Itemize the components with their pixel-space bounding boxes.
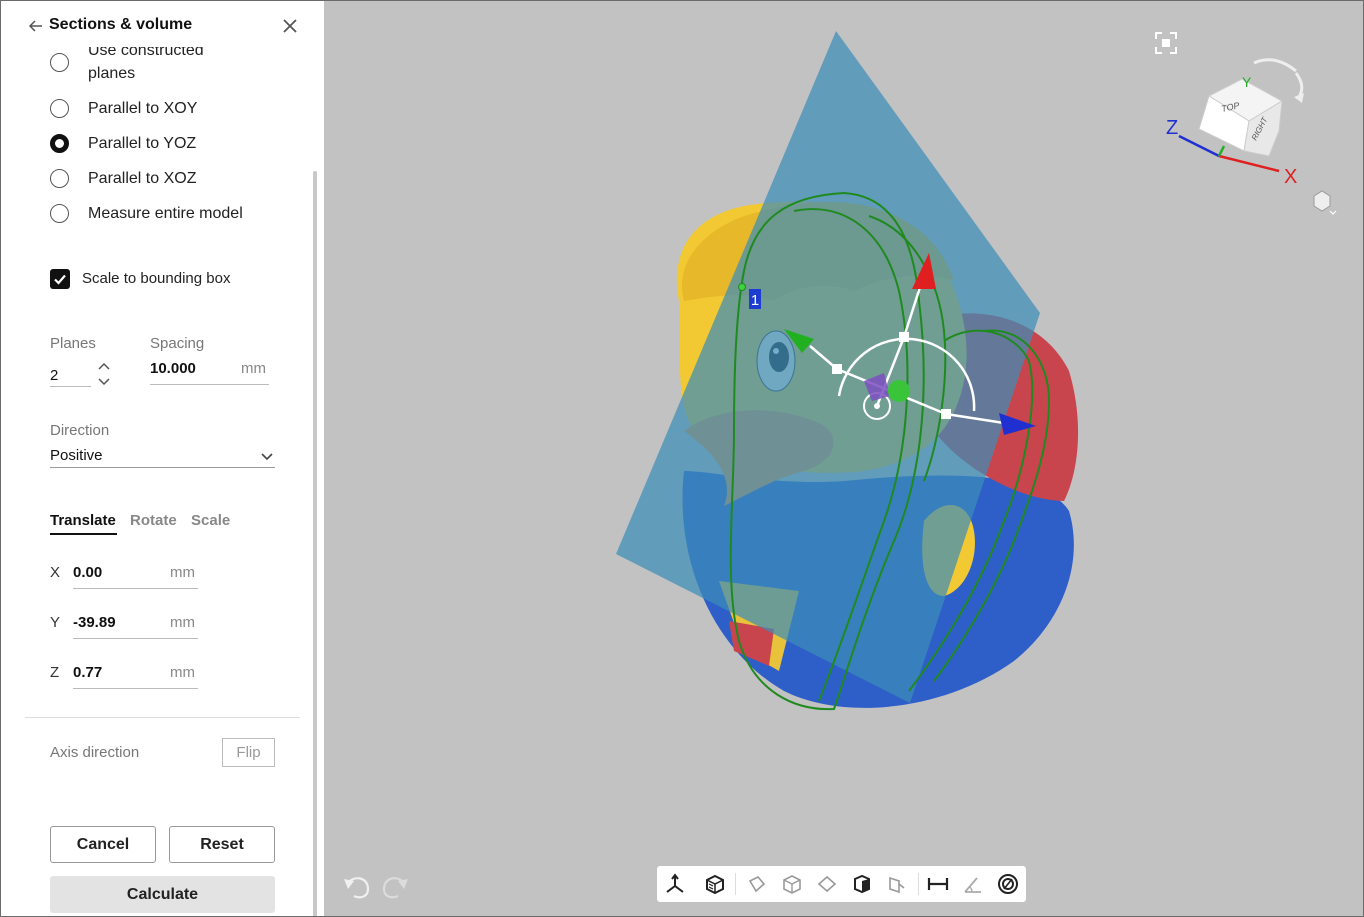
radio-label: Parallel to YOZ	[88, 135, 197, 152]
view-mode-icon[interactable]	[1313, 190, 1337, 215]
z-input[interactable]: 0.77	[73, 664, 102, 681]
direction-underline	[50, 467, 275, 468]
viewport-toolbar	[657, 866, 1026, 902]
panel-title: Sections & volume	[49, 16, 193, 33]
planes-underline	[50, 386, 91, 387]
tab-translate[interactable]: Translate	[50, 512, 116, 529]
app-window: Use constructed planes Parallel to XOY P…	[0, 0, 1364, 917]
z-label: Z	[50, 664, 60, 681]
3d-scene[interactable]: 1 TOP RIGHT X Z Y	[324, 1, 1364, 917]
fit-view-icon[interactable]	[1155, 32, 1177, 54]
section-divider	[25, 717, 300, 718]
chevron-down-icon	[261, 453, 273, 461]
iso-view-icon[interactable]	[780, 872, 804, 896]
x-unit: mm	[170, 564, 195, 581]
solid-box-icon[interactable]	[850, 872, 874, 896]
radio-label: Parallel to XOZ	[88, 170, 197, 187]
z-underline	[73, 688, 198, 689]
measure-angle-icon[interactable]	[961, 872, 985, 896]
spacing-input[interactable]: 10.000	[150, 360, 196, 377]
spacing-label: Spacing	[150, 335, 205, 352]
sections-panel: Use constructed planes Parallel to XOY P…	[1, 1, 324, 916]
direction-dropdown[interactable]: Positive	[50, 447, 275, 469]
y-unit: mm	[170, 614, 195, 631]
x-input[interactable]: 0.00	[73, 564, 102, 581]
tab-scale[interactable]: Scale	[191, 512, 230, 529]
side-view-icon[interactable]	[815, 872, 839, 896]
radio-button-selected[interactable]	[50, 134, 69, 153]
direction-value: Positive	[50, 447, 103, 464]
radio-label: Measure entire model	[88, 205, 243, 222]
x-label: X	[50, 564, 61, 581]
z-axis-label: Z	[1166, 117, 1178, 139]
section-point[interactable]	[738, 283, 746, 291]
x-axis-label: X	[1284, 166, 1297, 188]
undo-icon[interactable]	[344, 877, 370, 899]
back-arrow-icon[interactable]	[28, 18, 44, 34]
scale-to-bounding-box-checkbox[interactable]	[50, 269, 70, 289]
y-input[interactable]: -39.89	[73, 614, 116, 631]
calculate-button[interactable]: Calculate	[50, 876, 275, 913]
scale-to-bounding-box-label: Scale to bounding box	[82, 270, 231, 287]
y-axis-label: Y	[1242, 74, 1252, 90]
y-label: Y	[50, 614, 61, 631]
planes-input[interactable]: 2	[50, 367, 58, 384]
reset-button[interactable]: Reset	[169, 826, 275, 863]
axes-tool-icon[interactable]	[663, 872, 687, 896]
redo-icon[interactable]	[382, 877, 408, 899]
planes-label: Planes	[50, 335, 96, 352]
stepper-icon[interactable]	[97, 360, 111, 388]
axis-direction-label: Axis direction	[50, 744, 140, 761]
radio-button[interactable]	[50, 169, 69, 188]
sections-volume-icon[interactable]	[996, 872, 1020, 896]
radio-button[interactable]	[50, 53, 69, 72]
radio-label: Parallel to XOY	[88, 100, 198, 117]
radio-button[interactable]	[50, 99, 69, 118]
checkmark-icon	[54, 274, 66, 285]
toolbar-divider	[735, 873, 736, 895]
tab-rotate[interactable]: Rotate	[130, 512, 177, 529]
section-view-icon[interactable]	[885, 872, 909, 896]
panel-scrollbar[interactable]	[313, 171, 317, 916]
close-icon[interactable]	[281, 17, 299, 35]
x-underline	[73, 588, 198, 589]
view-cube[interactable]: TOP RIGHT	[1198, 78, 1283, 157]
radio-label-line2: planes	[88, 65, 136, 82]
z-unit: mm	[170, 664, 195, 681]
spacing-underline	[150, 384, 269, 385]
y-underline	[73, 638, 198, 639]
measure-distance-icon[interactable]	[926, 872, 950, 896]
panel-header: Sections & volume	[1, 1, 324, 47]
radio-button[interactable]	[50, 204, 69, 223]
spacing-unit: mm	[241, 360, 266, 377]
front-view-icon[interactable]	[745, 872, 769, 896]
direction-label: Direction	[50, 422, 110, 439]
cancel-button[interactable]: Cancel	[50, 826, 156, 863]
3d-viewport[interactable]: 1 TOP RIGHT X Z Y	[324, 1, 1364, 917]
section-marker-label: 1	[751, 292, 759, 309]
flip-button[interactable]: Flip	[222, 738, 275, 767]
active-tab-indicator	[50, 533, 117, 535]
shaded-view-icon[interactable]	[703, 872, 727, 896]
toolbar-divider	[918, 873, 919, 895]
